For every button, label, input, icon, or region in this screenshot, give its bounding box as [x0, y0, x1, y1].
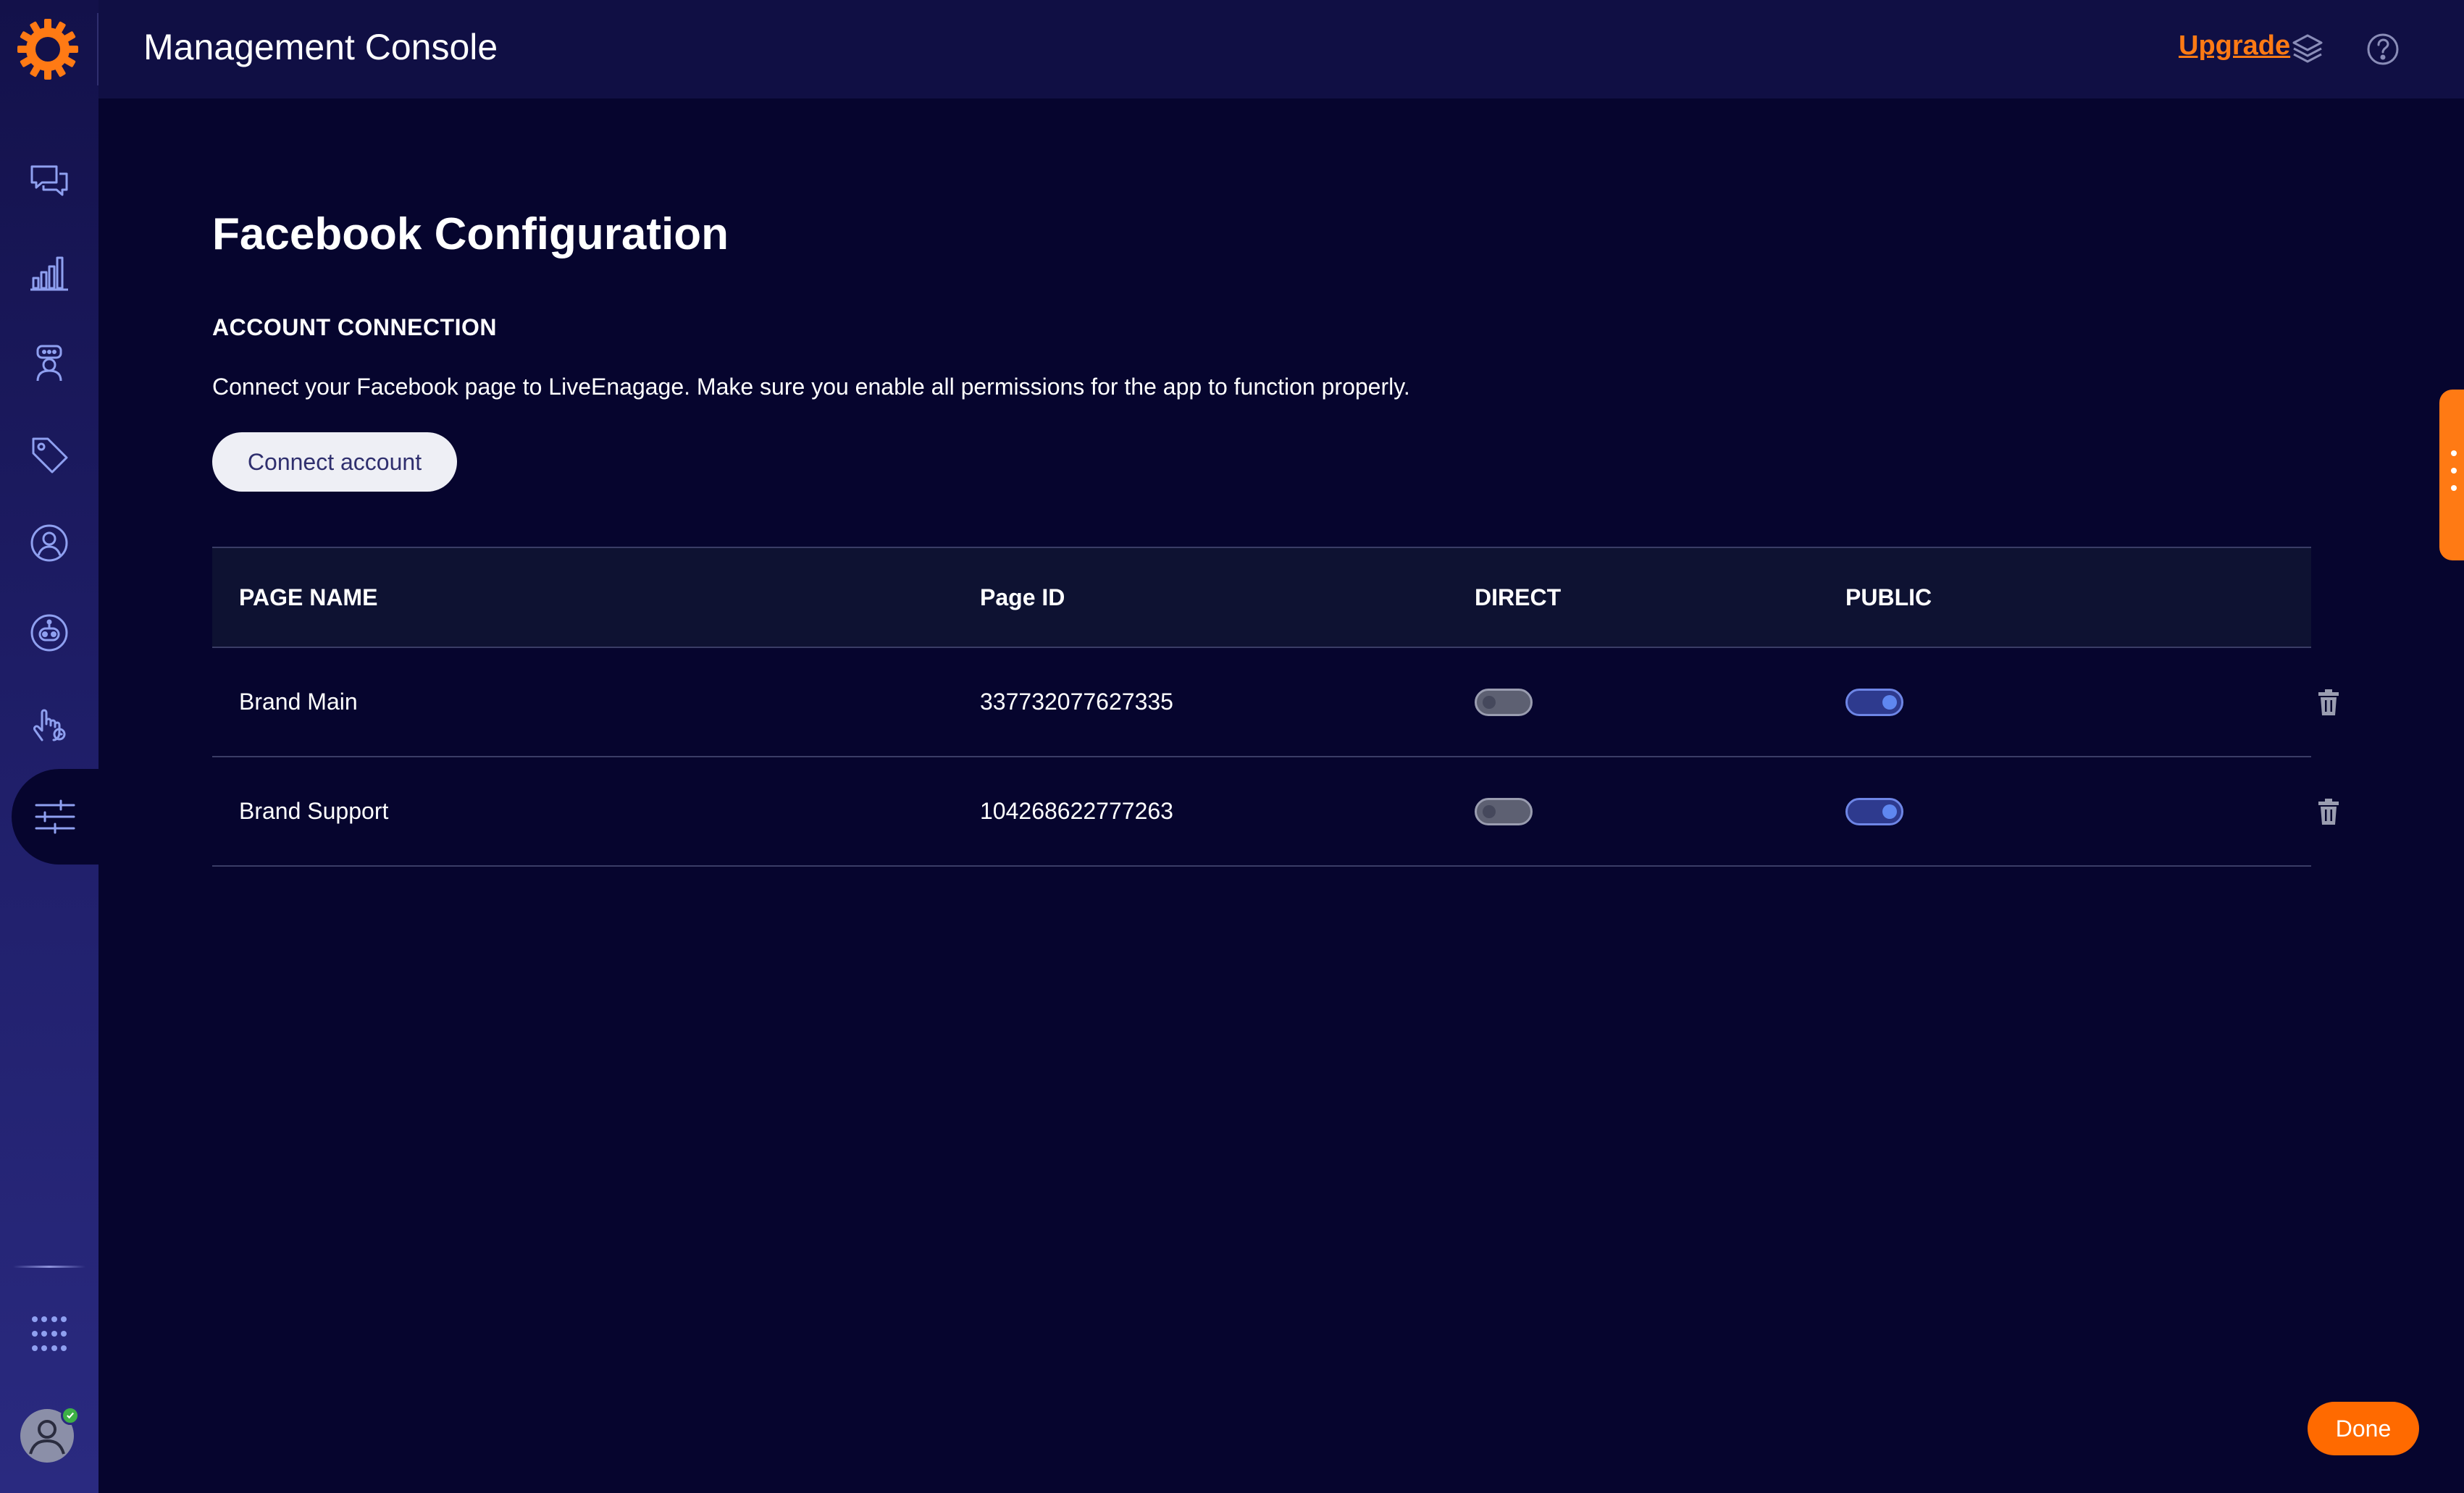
sun-logo-icon[interactable] — [17, 19, 78, 80]
trash-icon — [2318, 798, 2339, 825]
header-page-name: PAGE NAME — [239, 584, 378, 610]
handle-dot — [2451, 468, 2457, 474]
trash-icon — [2318, 689, 2339, 715]
cell-actions — [2314, 648, 2343, 756]
facebook-pages-table: PAGE NAME Page ID DIRECT PUBLIC Brand Ma… — [212, 547, 2339, 867]
cell-direct — [1475, 648, 1533, 756]
layers-icon — [2292, 34, 2323, 63]
side-panel-handle[interactable] — [2439, 390, 2464, 560]
sidebar-item-analytics[interactable] — [16, 239, 83, 306]
section-description: Connect your Facebook page to LiveEnagag… — [212, 374, 1410, 400]
layers-button[interactable] — [2286, 28, 2329, 71]
top-bar: Management Console Upgrade — [99, 0, 2464, 98]
done-button[interactable]: Done — [2308, 1402, 2419, 1455]
cell-page-id: 337732077627335 — [980, 689, 1173, 715]
table-header: PAGE NAME Page ID DIRECT PUBLIC — [212, 547, 2311, 648]
cell-direct — [1475, 757, 1533, 865]
help-icon — [2367, 33, 2399, 65]
sidebar — [0, 0, 99, 1493]
handle-dot — [2451, 450, 2457, 456]
public-toggle[interactable] — [1845, 797, 1903, 825]
sidebar-item-users[interactable] — [16, 510, 83, 576]
page-title: Facebook Configuration — [212, 209, 729, 259]
header-page-id: Page ID — [980, 584, 1065, 610]
header-direct: DIRECT — [1475, 584, 1562, 610]
toggle-knob — [1882, 694, 1897, 710]
sidebar-item-conversations[interactable] — [16, 148, 83, 214]
sidebar-divider — [13, 1266, 85, 1268]
sidebar-item-apps[interactable] — [16, 1300, 83, 1367]
help-button[interactable] — [2361, 28, 2405, 71]
direct-toggle[interactable] — [1475, 688, 1533, 716]
chat-bubbles-icon — [30, 165, 68, 196]
check-icon — [67, 1412, 74, 1419]
cell-public — [1845, 757, 1903, 865]
tag-icon — [32, 437, 68, 474]
cell-page-name: Brand Support — [239, 798, 389, 824]
toggle-knob — [1882, 804, 1897, 819]
main-content: Facebook Configuration ACCOUNT CONNECTIO… — [99, 98, 2464, 1493]
section-heading: ACCOUNT CONNECTION — [212, 314, 497, 340]
sidebar-item-management[interactable] — [12, 769, 99, 865]
hand-touch-icon — [33, 709, 66, 741]
handle-dot — [2451, 485, 2457, 491]
cell-page-name: Brand Main — [239, 689, 358, 715]
apps-grid-icon — [32, 1316, 67, 1351]
toggle-knob — [1483, 695, 1496, 709]
table-row: Brand Main 337732077627335 — [212, 648, 2339, 757]
user-circle-icon — [30, 524, 68, 562]
delete-button[interactable] — [2314, 688, 2343, 717]
cell-public — [1845, 648, 1903, 756]
header-public: PUBLIC — [1845, 584, 1932, 610]
app-title: Management Console — [143, 27, 498, 67]
sliders-icon — [35, 799, 75, 834]
bot-icon — [30, 614, 68, 652]
upgrade-link[interactable]: Upgrade — [2179, 30, 2290, 62]
sidebar-item-bots[interactable] — [16, 600, 83, 666]
connect-account-button[interactable]: Connect account — [212, 432, 457, 492]
sidebar-item-tags[interactable] — [16, 420, 83, 487]
public-toggle[interactable] — [1845, 688, 1903, 716]
online-status-badge — [61, 1406, 80, 1425]
table-row: Brand Support 104268622777263 — [212, 757, 2339, 867]
app-root: Management Console Upgrade Facebook Conf… — [0, 0, 2464, 1493]
cell-actions — [2314, 757, 2343, 865]
toggle-knob — [1483, 804, 1496, 818]
bar-chart-icon — [30, 256, 68, 291]
sidebar-item-agents[interactable] — [16, 330, 83, 397]
delete-button[interactable] — [2314, 797, 2343, 826]
sidebar-item-automation[interactable] — [16, 689, 83, 756]
cell-page-id: 104268622777263 — [980, 798, 1173, 824]
direct-toggle[interactable] — [1475, 797, 1533, 825]
agent-headset-icon — [36, 345, 62, 382]
